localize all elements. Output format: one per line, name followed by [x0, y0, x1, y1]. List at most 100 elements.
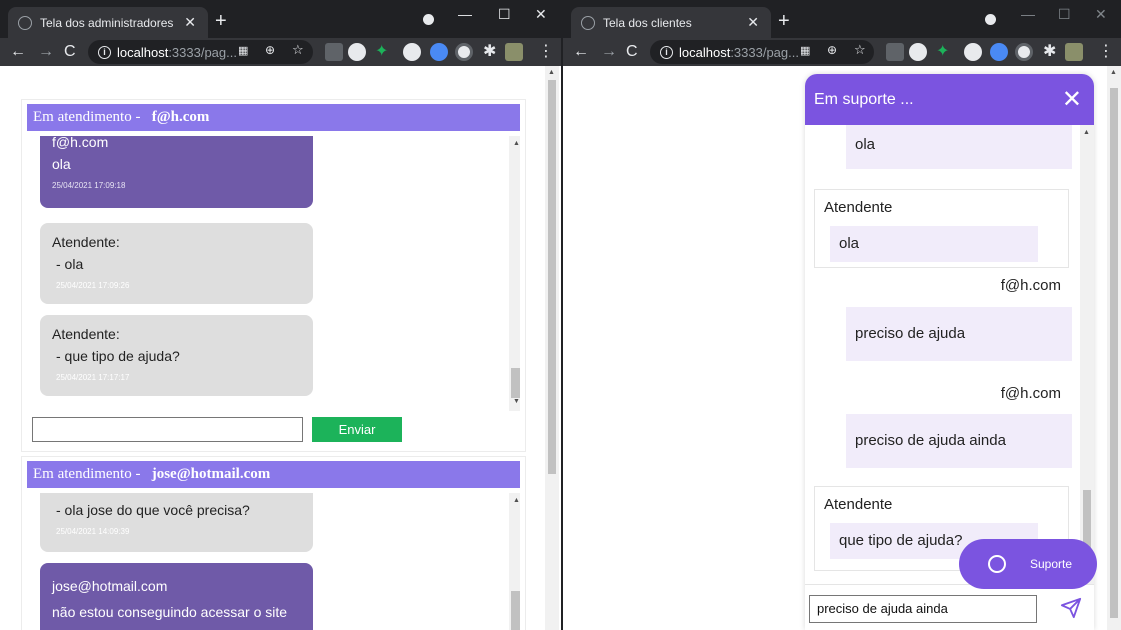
minimize-icon[interactable]: —	[458, 6, 472, 22]
puzzle-icon[interactable]: ✱	[1043, 41, 1056, 63]
message-text: - ola jose do que você precisa?	[56, 502, 250, 518]
attendant-message: Atendente ola	[814, 189, 1069, 268]
message-author: jose@hotmail.com	[52, 578, 168, 594]
extension-icon[interactable]	[455, 43, 473, 61]
extension-icon[interactable]	[325, 43, 343, 61]
user-message: ola	[846, 125, 1072, 169]
send-button[interactable]: Enviar	[312, 417, 402, 442]
reload-icon[interactable]: C	[626, 41, 638, 63]
profile-icon[interactable]	[423, 14, 434, 25]
tab-title: Tela dos administradores	[40, 15, 174, 30]
translate-icon[interactable]: ▦	[800, 44, 810, 57]
bookmark-star-icon[interactable]: ☆	[854, 42, 866, 58]
message-list: - ola jose do que você precisa? 25/04/20…	[32, 493, 520, 630]
minimize-icon[interactable]: —	[1021, 6, 1035, 22]
close-icon[interactable]: ✕	[1062, 74, 1082, 125]
extension-icon[interactable]: ✦	[936, 41, 949, 63]
extension-icon[interactable]	[403, 43, 421, 61]
user-message: preciso de ajuda	[846, 307, 1072, 361]
info-icon[interactable]: i	[660, 45, 673, 59]
avatar[interactable]	[505, 43, 523, 61]
maximize-icon[interactable]: ☐	[498, 6, 511, 23]
scroll-thumb[interactable]	[511, 591, 520, 630]
scroll-up-arrow[interactable]: ▲	[548, 69, 555, 76]
back-icon[interactable]: ←	[10, 41, 26, 63]
tab-title: Tela dos clientes	[603, 15, 692, 30]
message-author: Atendente:	[52, 234, 120, 250]
client-message: jose@hotmail.com não estou conseguindo a…	[40, 563, 313, 630]
scroll-down-arrow[interactable]: ▼	[513, 398, 520, 405]
client-browser-window: Tela dos clientes ✕ + — ☐ ✕ ← → C i loca…	[563, 0, 1121, 630]
admin-message: Atendente: - ola 25/04/2021 17:09:26	[40, 223, 313, 304]
scroll-up-arrow[interactable]: ▲	[1110, 69, 1117, 76]
close-window-icon[interactable]: ✕	[1095, 6, 1107, 23]
scroll-up-arrow[interactable]: ▲	[513, 140, 520, 147]
scroll-thumb[interactable]	[1110, 88, 1118, 618]
message-text: ola	[52, 156, 71, 172]
panel-header-user: jose@hotmail.com	[151, 466, 271, 482]
chat-header: Em suporte ... ✕	[805, 74, 1094, 125]
chat-panel: Em atendimento - jose@hotmail.com - ola …	[21, 456, 526, 630]
extension-icon[interactable]	[909, 43, 927, 61]
close-window-icon[interactable]: ✕	[535, 6, 547, 23]
chat-scrollbar[interactable]: ▲	[1080, 125, 1094, 584]
browser-tab-admin[interactable]: Tela dos administradores ✕	[8, 7, 208, 38]
chat-message-input[interactable]: preciso de ajuda ainda	[809, 595, 1037, 623]
back-icon[interactable]: ←	[573, 41, 589, 63]
profile-icon[interactable]	[985, 14, 996, 25]
extension-icon[interactable]	[886, 43, 904, 61]
menu-icon[interactable]: ⋮	[1098, 41, 1114, 63]
message-scrollbar[interactable]: ▲ ▼	[509, 136, 520, 411]
info-icon[interactable]: i	[98, 45, 111, 59]
extension-icon[interactable]	[348, 43, 366, 61]
admin-browser-window: Tela dos administradores ✕ + — ☐ ✕ ← → C…	[0, 0, 561, 630]
extension-icon[interactable]	[1015, 43, 1033, 61]
close-tab-icon[interactable]: ✕	[184, 14, 196, 31]
panel-header: Em atendimento - jose@hotmail.com	[27, 461, 520, 488]
zoom-icon[interactable]: ⊕	[265, 43, 275, 57]
panel-header-prefix: Em atendimento -	[33, 466, 141, 482]
translate-extension-icon[interactable]	[990, 43, 1008, 61]
avatar[interactable]	[1065, 43, 1083, 61]
new-tab-icon[interactable]: +	[778, 10, 790, 33]
menu-icon[interactable]: ⋮	[538, 41, 554, 63]
new-tab-icon[interactable]: +	[215, 10, 227, 33]
scroll-up-arrow[interactable]: ▲	[513, 497, 520, 504]
close-tab-icon[interactable]: ✕	[747, 14, 759, 31]
chat-title: Em suporte ...	[814, 91, 914, 108]
message-scrollbar[interactable]: ▲	[509, 493, 520, 630]
message-text: não estou conseguindo acessar o site	[52, 604, 288, 620]
maximize-icon[interactable]: ☐	[1058, 6, 1071, 23]
panel-header-user: f@h.com	[151, 109, 210, 125]
message-author: Atendente:	[52, 326, 120, 342]
scroll-up-arrow[interactable]: ▲	[1083, 129, 1090, 136]
puzzle-icon[interactable]: ✱	[483, 41, 496, 63]
extension-icon[interactable]: ✦	[375, 41, 388, 63]
zoom-icon[interactable]: ⊕	[827, 43, 837, 57]
admin-message-input[interactable]	[32, 417, 303, 442]
page-scrollbar[interactable]: ▲	[545, 66, 559, 630]
attendant-name: Atendente	[824, 496, 893, 513]
url-host: localhost	[679, 44, 731, 60]
client-message: f@h.com ola 25/04/2021 17:09:18	[40, 136, 313, 208]
chat-messages: ola Atendente ola f@h.com preciso de aju…	[805, 125, 1094, 584]
scroll-thumb[interactable]	[548, 80, 556, 474]
forward-icon[interactable]: →	[38, 41, 54, 63]
extension-icon[interactable]	[964, 43, 982, 61]
page-scrollbar[interactable]: ▲	[1107, 66, 1121, 630]
translate-extension-icon[interactable]	[430, 43, 448, 61]
support-button[interactable]: Suporte	[959, 539, 1097, 589]
browser-tab-client[interactable]: Tela dos clientes ✕	[571, 7, 771, 38]
translate-icon[interactable]: ▦	[238, 44, 248, 57]
scroll-thumb[interactable]	[511, 368, 520, 398]
message-time: 25/04/2021 17:09:26	[56, 281, 130, 290]
forward-icon[interactable]: →	[601, 41, 617, 63]
address-bar[interactable]: i localhost :3333/pag... ▦ ⊕ ☆	[650, 40, 874, 64]
reload-icon[interactable]: C	[64, 41, 76, 63]
message-time: 25/04/2021 17:17:17	[56, 373, 130, 382]
send-icon[interactable]	[1060, 597, 1082, 624]
address-bar[interactable]: i localhost :3333/pag... ▦ ⊕ ☆	[88, 40, 313, 64]
user-message: preciso de ajuda ainda	[846, 414, 1072, 468]
admin-page: ▲ Em atendimento - f@h.com f@h.com ola 2…	[0, 66, 561, 630]
bookmark-star-icon[interactable]: ☆	[292, 42, 304, 58]
